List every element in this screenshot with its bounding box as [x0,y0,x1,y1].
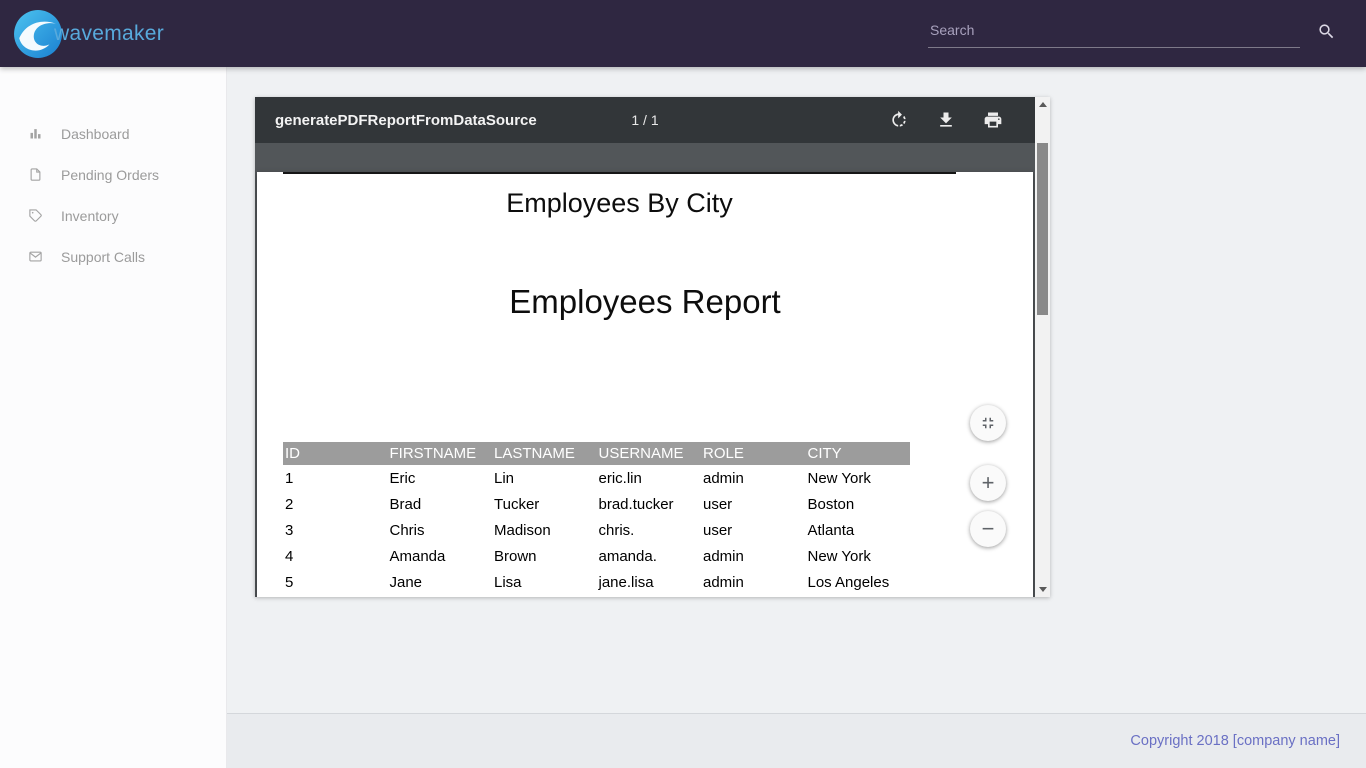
sidebar-item-label: Inventory [61,208,119,224]
employees-table: ID FIRSTNAME LASTNAME USERNAME ROLE CITY… [283,442,910,595]
envelope-icon [28,249,43,264]
document-title: Employees Report [257,283,1033,321]
scrollbar-thumb[interactable] [1037,143,1048,315]
zoom-out-icon: − [982,518,995,540]
wavemaker-logo[interactable]: wavemaker [13,9,164,59]
bar-chart-icon [28,126,43,141]
column-header: FIRSTNAME [388,442,493,465]
table-row: 1 Eric Lin eric.lin admin New York [283,465,910,491]
document-icon [28,167,43,182]
pdf-toolbar-actions [889,110,1015,130]
rotate-icon[interactable] [889,110,909,130]
tag-icon [28,208,43,223]
sidebar-item-support-calls[interactable]: Support Calls [0,236,226,277]
fit-to-page-icon[interactable] [970,405,1006,441]
table-row: 2 Brad Tucker brad.tucker user Boston [283,491,910,517]
zoom-in-icon: + [982,472,995,494]
app-header: wavemaker [0,0,1366,67]
pdf-title: generatePDFReportFromDataSource [275,112,537,129]
pdf-toolbar: generatePDFReportFromDataSource 1 / 1 [255,97,1035,143]
download-icon[interactable] [936,110,956,130]
page-footer: Copyright 2018 [company name] [227,713,1366,768]
table-row: 3 Chris Madison chris. user Atlanta [283,517,910,543]
table-row: 4 Amanda Brown amanda. admin New York [283,543,910,569]
sidebar-item-inventory[interactable]: Inventory [0,195,226,236]
sidebar-item-pending-orders[interactable]: Pending Orders [0,154,226,195]
page-indicator: 1 / 1 [631,112,658,128]
sidebar-item-label: Dashboard [61,126,130,142]
column-header: LASTNAME [492,442,597,465]
main-content: generatePDFReportFromDataSource 1 / 1 Em… [227,67,1366,713]
pdf-page: Employees By City Employees Report ID FI… [257,172,1033,597]
column-header: ROLE [701,442,806,465]
pdf-viewer: generatePDFReportFromDataSource 1 / 1 Em… [255,97,1050,597]
search-icon[interactable] [1317,22,1336,41]
document-rule [283,172,956,174]
column-header: CITY [806,442,911,465]
copyright-text: Copyright 2018 [company name] [1130,733,1340,749]
table-row: 5 Jane Lisa jane.lisa admin Los Angeles [283,569,910,595]
sidebar-item-label: Support Calls [61,249,145,265]
column-header: USERNAME [597,442,702,465]
scroll-down-icon[interactable] [1035,582,1050,597]
document-heading: Employees By City [283,188,956,219]
table-header-row: ID FIRSTNAME LASTNAME USERNAME ROLE CITY [283,442,910,465]
sidebar-item-dashboard[interactable]: Dashboard [0,113,226,154]
pdf-scroll-area[interactable]: Employees By City Employees Report ID FI… [255,143,1035,597]
zoom-out-button[interactable]: − [970,511,1006,547]
zoom-in-button[interactable]: + [970,465,1006,501]
print-icon[interactable] [983,110,1003,130]
pdf-scrollbar [1035,97,1050,597]
sidebar: Dashboard Pending Orders Inventory Suppo… [0,67,227,768]
header-search [928,15,1300,48]
logo-text: wavemaker [54,22,164,46]
scroll-up-icon[interactable] [1035,97,1050,112]
column-header: ID [283,442,388,465]
search-input[interactable] [928,15,1300,48]
sidebar-menu: Dashboard Pending Orders Inventory Suppo… [0,67,226,277]
sidebar-item-label: Pending Orders [61,167,159,183]
